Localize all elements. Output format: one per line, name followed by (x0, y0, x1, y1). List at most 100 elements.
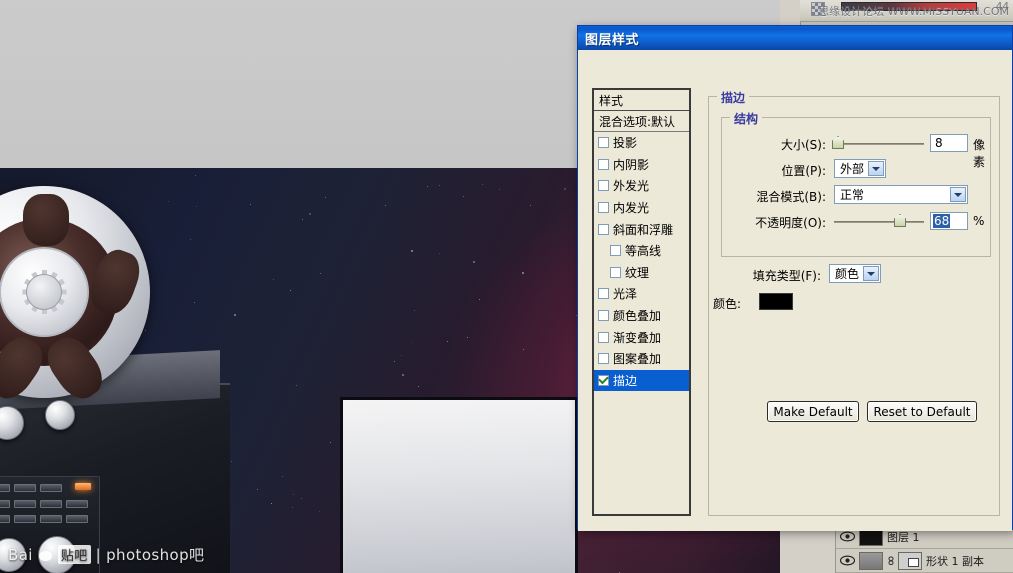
fill-type-label: 填充类型(F): (752, 269, 821, 283)
checkbox-icon[interactable] (610, 266, 621, 278)
style-item-stroke[interactable]: 描边 (594, 369, 689, 392)
checkbox-icon[interactable] (598, 137, 609, 149)
style-item-inner-glow[interactable]: 内发光 (594, 197, 689, 219)
fill-type-value: 颜色 (835, 267, 860, 281)
star (418, 386, 420, 388)
opacity-label: 不透明度(O): (755, 216, 826, 230)
paw-icon (38, 547, 53, 562)
style-item-label: 等高线 (625, 244, 662, 259)
size-slider-track[interactable] (834, 143, 924, 145)
color-label: 颜色: (713, 297, 742, 311)
star (300, 498, 302, 500)
star (473, 260, 476, 263)
shape-inner-edge (344, 401, 574, 573)
styles-list[interactable]: 样式 混合选项:默认 投影 内阴影 外发光 内发光 斜面和浮雕 等高线 纹理 光… (592, 88, 691, 516)
opacity-value: 68 (933, 214, 951, 228)
checkbox-icon[interactable] (598, 288, 609, 300)
size-slider-thumb[interactable] (832, 136, 844, 149)
blend-mode-label: 混合模式(B): (756, 190, 826, 204)
size-input[interactable]: 8 (930, 134, 968, 152)
deck-knob (45, 400, 75, 430)
style-item-gradient-overlay[interactable]: 渐变叠加 (594, 326, 689, 348)
opacity-slider-thumb[interactable] (894, 214, 906, 227)
baidu-brand-text: Bai (8, 545, 33, 564)
star (385, 205, 387, 207)
fill-type-dropdown[interactable]: 颜色 (829, 264, 881, 283)
reel-to-reel-deck (0, 178, 260, 573)
style-item-contour[interactable]: 等高线 (594, 240, 689, 262)
watermark-separator: | (95, 545, 102, 564)
link-icon[interactable] (887, 553, 894, 569)
checkbox-icon[interactable] (598, 374, 609, 386)
page-title: 图层样式 (585, 32, 640, 48)
table-row[interactable]: 形状 1 副本 (836, 549, 1013, 573)
star (394, 361, 396, 363)
star (329, 442, 331, 444)
checkbox-icon[interactable] (598, 180, 609, 192)
star (523, 348, 525, 350)
star (308, 213, 311, 216)
star (479, 298, 481, 300)
reset-to-default-button[interactable]: Reset to Default (867, 401, 977, 422)
style-item-outer-glow[interactable]: 外发光 (594, 175, 689, 197)
blending-options-item[interactable]: 混合选项:默认 (594, 111, 689, 132)
star (281, 475, 283, 477)
stroke-group: 描边 结构 大小(S): 8 像素 位置(P): 外部 混合模式(B): 正常 … (708, 89, 1000, 516)
chevron-down-icon[interactable] (863, 266, 879, 281)
star (530, 204, 532, 206)
checkbox-icon[interactable] (598, 331, 609, 343)
style-item-texture[interactable]: 纹理 (594, 262, 689, 284)
star (273, 278, 275, 280)
chevron-down-icon[interactable] (868, 161, 884, 176)
dialog-body: 样式 混合选项:默认 投影 内阴影 外发光 内发光 斜面和浮雕 等高线 纹理 光… (578, 50, 1012, 531)
blend-mode-dropdown[interactable]: 正常 (834, 185, 968, 204)
shape-layer-rectangle[interactable] (340, 397, 578, 573)
style-item-label: 内发光 (613, 201, 650, 216)
styles-list-header[interactable]: 样式 (594, 90, 689, 111)
checkbox-icon[interactable] (610, 245, 621, 257)
layer-mask-thumbnail[interactable] (898, 551, 922, 570)
checkbox-icon[interactable] (598, 310, 609, 322)
checkbox-icon[interactable] (598, 202, 609, 214)
star (320, 273, 322, 275)
star (410, 342, 412, 344)
reel-core (26, 274, 62, 310)
style-item-pattern-overlay[interactable]: 图案叠加 (594, 348, 689, 370)
position-dropdown[interactable]: 外部 (834, 159, 886, 178)
star (292, 493, 294, 495)
opacity-input[interactable]: 68 (930, 212, 968, 230)
layer-name-label: 形状 1 副本 (926, 554, 984, 568)
stroke-color-swatch[interactable] (759, 293, 793, 310)
style-item-label: 颜色叠加 (613, 309, 662, 324)
star (438, 185, 440, 187)
opacity-slider-track[interactable] (834, 221, 924, 223)
style-item-color-overlay[interactable]: 颜色叠加 (594, 305, 689, 327)
baidu-tieba-watermark: Bai 贴吧 | photoshop吧 (8, 544, 204, 565)
size-unit-label: 像素 (973, 138, 986, 169)
style-item-bevel-emboss[interactable]: 斜面和浮雕 (594, 218, 689, 240)
status-led (75, 483, 91, 490)
eye-icon[interactable] (839, 553, 855, 569)
style-item-label: 斜面和浮雕 (613, 222, 674, 237)
structure-group: 结构 大小(S): 8 像素 位置(P): 外部 混合模式(B): 正常 不透明… (721, 110, 991, 257)
structure-group-label: 结构 (730, 110, 763, 127)
layer-thumbnail[interactable] (859, 551, 883, 570)
stroke-group-label: 描边 (717, 89, 750, 106)
checkbox-icon[interactable] (598, 353, 609, 365)
chevron-down-icon[interactable] (950, 187, 966, 202)
dialog-title-bar[interactable]: 图层样式 (578, 26, 1012, 50)
forum-name-text: photoshop吧 (106, 546, 205, 564)
tieba-badge: 贴吧 (57, 545, 91, 564)
make-default-button[interactable]: Make Default (767, 401, 859, 422)
style-item-inner-shadow[interactable]: 内阴影 (594, 154, 689, 176)
checkbox-icon[interactable] (598, 223, 609, 235)
style-item-satin[interactable]: 光泽 (594, 283, 689, 305)
star (564, 187, 567, 190)
star (291, 507, 293, 509)
style-item-drop-shadow[interactable]: 投影 (594, 132, 689, 154)
layer-style-dialog[interactable]: 图层样式 样式 混合选项:默认 投影 内阴影 外发光 内发光 斜面和浮雕 等高线… (577, 25, 1013, 531)
style-item-label: 描边 (613, 373, 638, 388)
star (446, 340, 448, 342)
style-item-label: 纹理 (625, 265, 650, 280)
checkbox-icon[interactable] (598, 158, 609, 170)
